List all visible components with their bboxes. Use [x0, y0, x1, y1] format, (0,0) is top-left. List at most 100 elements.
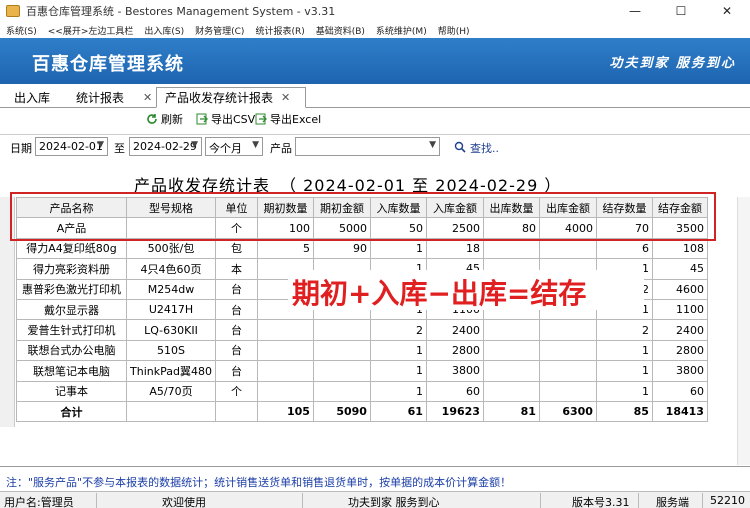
table-cell: 6	[595, 237, 653, 260]
menu-inout[interactable]: 出入库(S)	[144, 24, 184, 37]
table-cell: 台	[214, 339, 258, 362]
table-row[interactable]: 得力A4复印纸80g 500张/包包 5 90 1 18 6 108	[16, 237, 708, 260]
table-cell	[538, 360, 597, 382]
refresh-icon	[146, 113, 158, 125]
table-cell: 1	[369, 360, 427, 382]
highlight-box	[10, 192, 716, 241]
end-date-picker[interactable]: 2024-02-29 ▼	[129, 137, 202, 156]
status-version: 版本号3.31	[572, 496, 630, 508]
table-cell: 510S	[126, 339, 216, 362]
total-cell	[214, 400, 258, 423]
menu-bar: 系统(S) <<展开>左边工具栏 出入库(S) 财务管理(C) 统计报表(R) …	[0, 22, 750, 38]
export-csv-label: 导出CSV	[211, 113, 256, 126]
close-icon[interactable]: ✕	[281, 91, 290, 104]
export-csv-button[interactable]: 导出CSV	[196, 111, 255, 127]
table-cell: 1	[369, 237, 427, 260]
start-date-picker[interactable]: 2024-02-01 ▼	[35, 137, 108, 156]
table-cell: 2	[369, 319, 427, 341]
export-excel-button[interactable]: 导出Excel	[255, 111, 321, 127]
tab-label: 产品收发存统计报表	[165, 91, 274, 105]
table-cell: 4只4色60页	[126, 258, 216, 280]
table-cell	[256, 360, 314, 382]
chevron-down-icon: ▼	[191, 140, 198, 150]
tab-product-report[interactable]: 产品收发存统计报表 ✕	[156, 87, 306, 108]
table-cell: 60	[425, 380, 484, 402]
menu-help[interactable]: 帮助(H)	[438, 24, 470, 37]
window-title: 百惠仓库管理系统 - Bestores Management System - …	[26, 5, 336, 18]
table-cell: 个	[214, 380, 258, 402]
status-divider	[302, 493, 303, 508]
status-welcome: 欢迎使用	[162, 496, 206, 508]
chevron-down-icon: ▼	[252, 140, 259, 150]
status-divider	[540, 493, 541, 508]
table-cell: 得力A4复印纸80g	[16, 237, 127, 260]
menu-system[interactable]: 系统(S)	[6, 24, 37, 37]
export-excel-icon	[255, 113, 267, 125]
status-user: 用户名:管理员	[4, 496, 74, 508]
tab-reports[interactable]: 统计报表	[68, 87, 124, 108]
table-cell: 联想笔记本电脑	[16, 360, 127, 382]
to-label: 至	[114, 142, 125, 155]
start-date-value: 2024-02-01	[39, 140, 103, 153]
status-divider	[638, 493, 639, 508]
table-cell: 本	[214, 258, 258, 280]
refresh-label: 刷新	[161, 113, 183, 126]
table-cell: 惠普彩色激光打印机	[16, 278, 127, 300]
table-row[interactable]: 联想台式办公电脑 510S 台 1 2800 1 2800	[16, 339, 708, 362]
table-cell: 得力亮彩资料册	[16, 258, 127, 280]
table-cell: 108	[651, 237, 708, 260]
menu-expand-toolbar[interactable]: <<展开>左边工具栏	[48, 24, 134, 37]
refresh-button[interactable]: 刷新	[146, 111, 183, 127]
status-port: 52210	[710, 494, 745, 507]
table-cell: LQ-630KII	[126, 319, 216, 341]
table-cell: 2400	[651, 319, 708, 341]
footer-note: 注："服务产品"不参与本报表的数据统计；统计销售送货单和销售退货单时，按单据的成…	[6, 476, 512, 489]
table-cell: 4600	[651, 278, 708, 300]
tab-bar: 出入库 统计报表 ✕ 产品收发存统计报表 ✕	[0, 84, 750, 108]
menu-reports[interactable]: 统计报表(R)	[255, 24, 304, 37]
table-cell	[256, 339, 314, 362]
close-button[interactable]: ✕	[704, 0, 750, 22]
banner-slogan: 功夫到家 服务到心	[609, 56, 736, 71]
search-button[interactable]: 查找..	[454, 140, 499, 156]
table-row[interactable]: 联想笔记本电脑 ThinkPad翼480 台 1 3800 1 3800	[16, 360, 708, 382]
table-cell	[312, 319, 371, 341]
table-row[interactable]: 爱普生针式打印机 LQ-630KII 台 2 2400 2 2400	[16, 319, 708, 341]
table-cell: 包	[214, 237, 258, 260]
date-label: 日期	[10, 142, 32, 155]
table-cell: 1	[369, 339, 427, 362]
table-cell	[538, 380, 597, 402]
total-cell: 61	[369, 400, 427, 423]
app-banner: 百惠仓库管理系统 功夫到家 服务到心	[0, 38, 750, 84]
table-cell: 60	[651, 380, 708, 402]
table-cell: 1100	[651, 298, 708, 321]
menu-basic-data[interactable]: 基础资料(B)	[316, 24, 365, 37]
status-bar: 用户名:管理员 欢迎使用 功夫到家 服务到心 版本号3.31 服务端 52210	[0, 491, 750, 508]
table-cell: 500张/包	[126, 237, 216, 260]
total-cell	[126, 400, 216, 423]
table-cell	[538, 339, 597, 362]
table-cell	[538, 237, 597, 260]
period-value: 今个月	[209, 142, 242, 155]
tab-inout[interactable]: 出入库	[6, 87, 50, 108]
maximize-button[interactable]: ☐	[658, 0, 704, 22]
menu-finance[interactable]: 财务管理(C)	[195, 24, 244, 37]
table-row[interactable]: 记事本 A5/70页个 1 60 1 60	[16, 380, 708, 402]
table-cell	[482, 380, 540, 402]
formula-annotation: 期初+入库−出库=结存	[292, 277, 587, 310]
vertical-scrollbar[interactable]	[737, 197, 750, 465]
table-cell: 1	[595, 380, 653, 402]
table-cell: 90	[312, 237, 371, 260]
table-cell: 45	[651, 258, 708, 280]
title-bar: 百惠仓库管理系统 - Bestores Management System - …	[0, 0, 750, 22]
status-slogan: 功夫到家 服务到心	[348, 496, 440, 508]
period-select[interactable]: 今个月 ▼	[205, 137, 263, 156]
menu-maintenance[interactable]: 系统维护(M)	[376, 24, 427, 37]
table-cell: 5	[256, 237, 314, 260]
minimize-button[interactable]: —	[612, 0, 658, 22]
tab-label: 出入库	[14, 91, 51, 105]
close-icon[interactable]: ✕	[143, 91, 152, 104]
total-cell: 81	[482, 400, 540, 423]
product-select[interactable]: ▼	[295, 137, 440, 156]
table-cell: 3800	[425, 360, 484, 382]
